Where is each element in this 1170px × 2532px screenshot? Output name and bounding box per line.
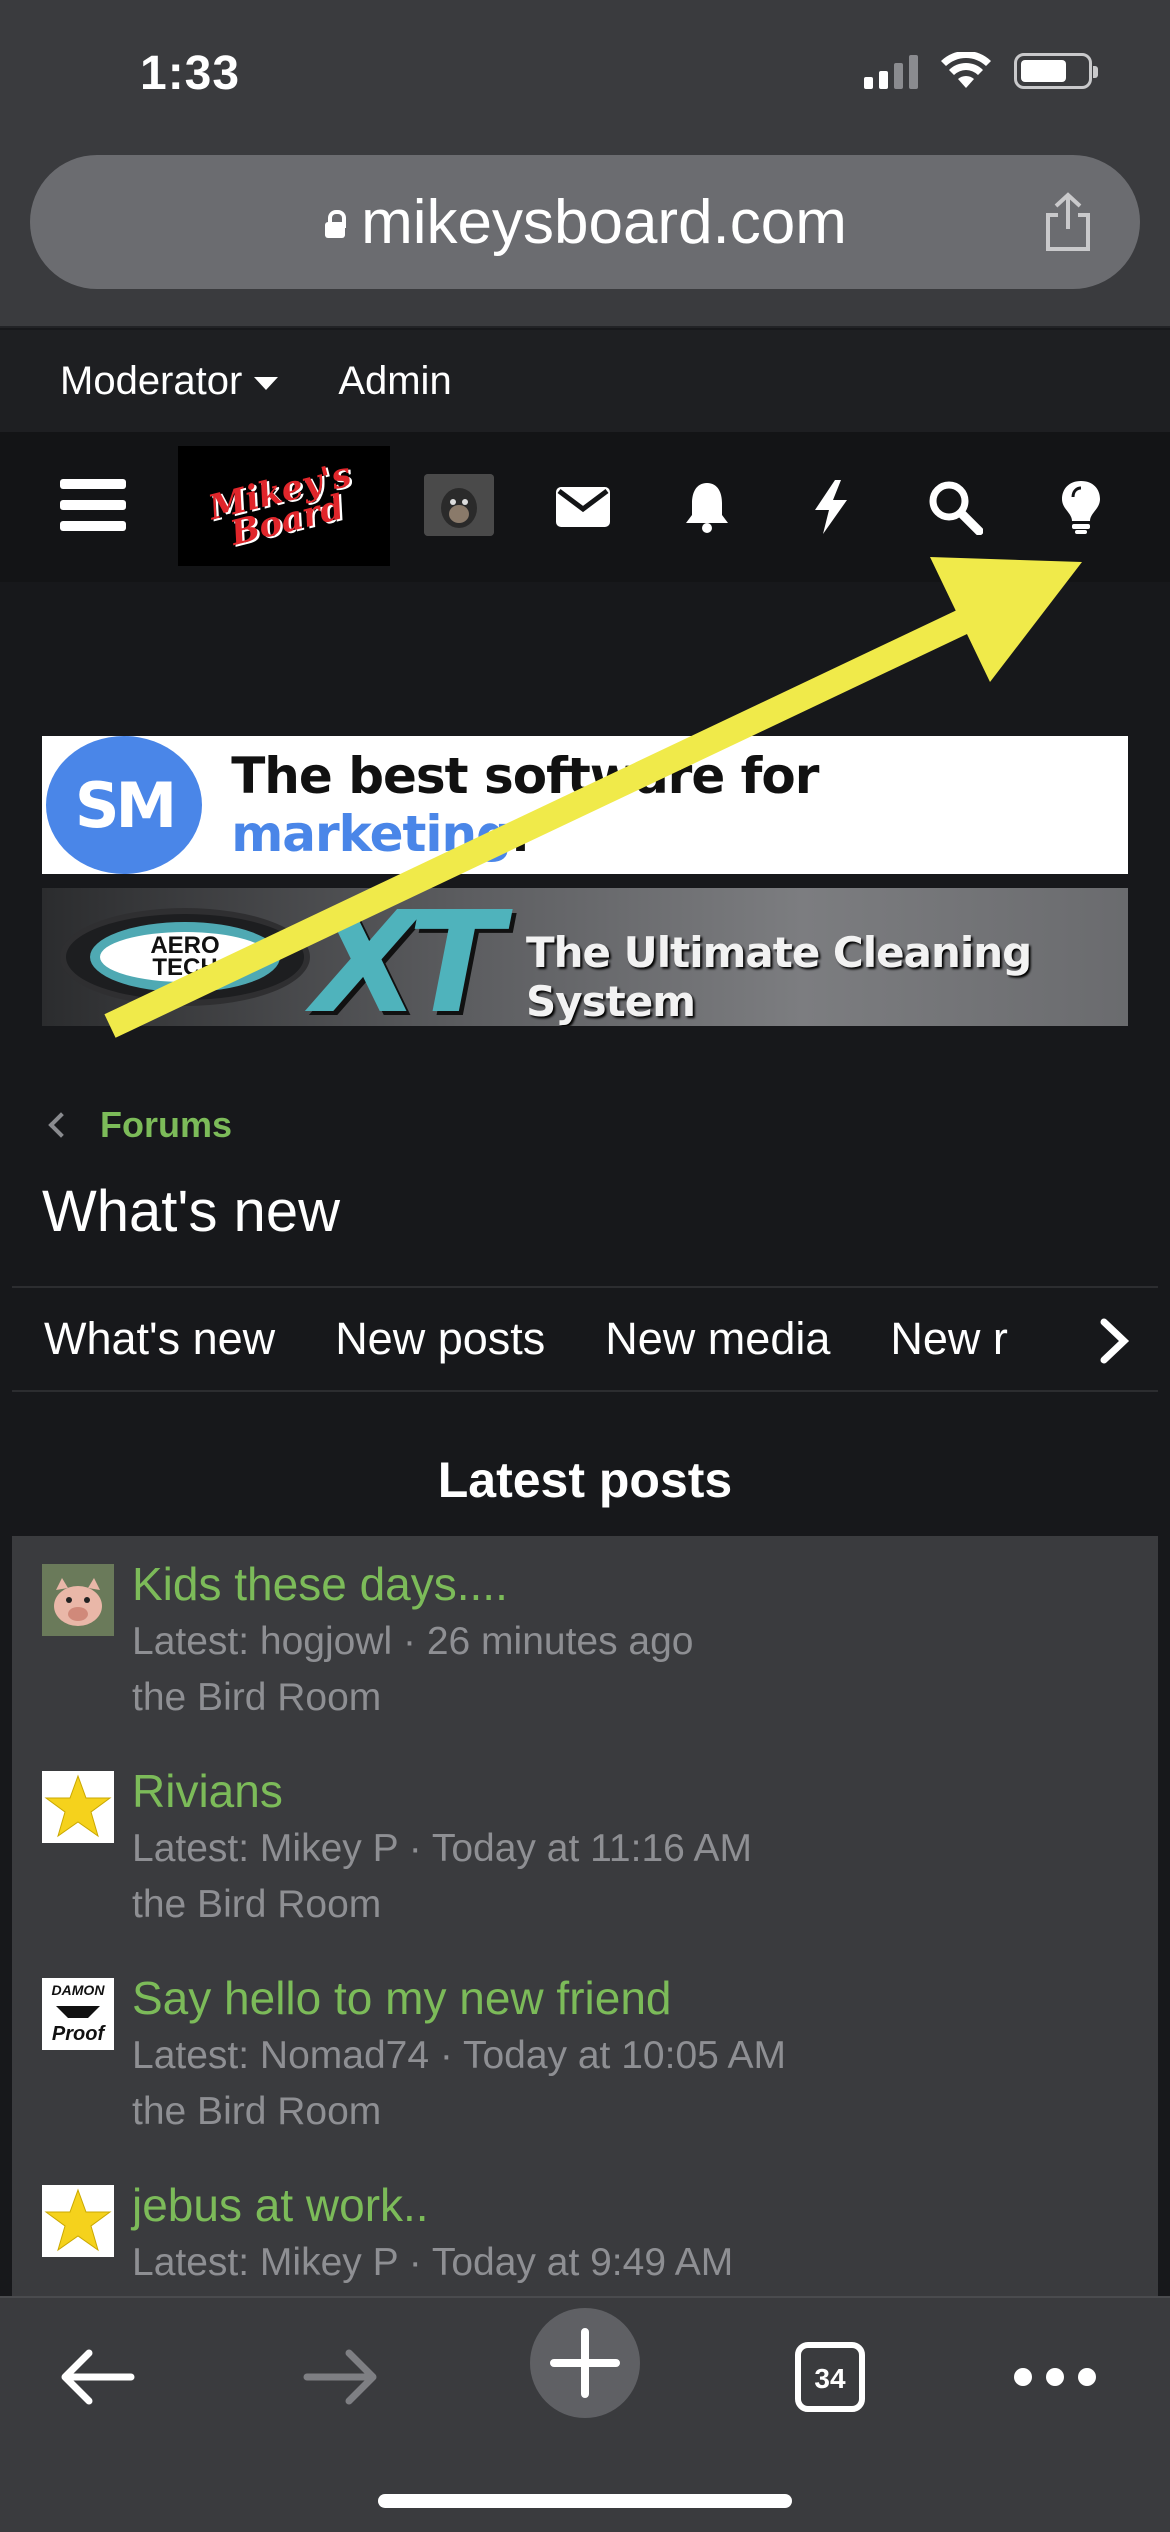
post-meta: Latest: Mikey P · Today at 11:16 AM xyxy=(132,1827,753,1870)
search-icon[interactable] xyxy=(920,472,990,542)
lock-icon xyxy=(323,210,347,240)
ad-banner-xt[interactable]: AERO TECH XT The Ultimate Cleaning System xyxy=(42,888,1128,1026)
lightbulb-icon[interactable] xyxy=(1046,472,1116,542)
list-item[interactable]: Rivians Latest: Mikey P · Today at 11:16… xyxy=(12,1755,1158,1962)
chevron-right-icon[interactable] xyxy=(1094,1318,1134,1364)
breadcrumb[interactable]: Forums xyxy=(48,1104,233,1146)
sm-logo: SM xyxy=(46,736,202,874)
tabs-fade xyxy=(1028,1288,1158,1390)
plus-icon xyxy=(550,2328,620,2398)
post-meta: Latest: Mikey P · Today at 9:49 AM xyxy=(132,2241,734,2284)
more-options-icon[interactable] xyxy=(1000,2322,1110,2432)
tab-new-more[interactable]: New r xyxy=(860,1313,1038,1365)
pig-avatar xyxy=(42,1564,114,1636)
tab-new-media[interactable]: New media xyxy=(575,1313,860,1365)
cellular-signal-icon xyxy=(864,53,918,89)
post-forum[interactable]: the Bird Room xyxy=(132,1670,694,1726)
address-bar[interactable]: mikeysboard.com xyxy=(30,155,1140,289)
ad-sm-text-prefix: The best software for xyxy=(231,747,819,805)
menu-icon[interactable] xyxy=(58,470,128,540)
ad-sm-text-suffix: . xyxy=(510,805,530,863)
ad-sm-text-highlight: marketing xyxy=(231,805,512,863)
forward-arrow-icon[interactable] xyxy=(286,2322,396,2432)
status-icons xyxy=(864,52,1098,90)
admin-link[interactable]: Admin xyxy=(338,359,451,404)
post-forum[interactable]: the Bird Room xyxy=(132,2084,786,2140)
post-title[interactable]: Kids these days.... xyxy=(132,1554,694,1614)
caret-down-icon xyxy=(254,376,279,390)
aerotech-line2: TECH xyxy=(152,954,218,981)
ad-sm-text: The best software for marketing. xyxy=(231,747,1128,863)
site-logo[interactable]: Mikey's Board xyxy=(178,446,390,566)
xt-logo: XT xyxy=(312,888,503,1026)
tab-bar: What's new New posts New media New r xyxy=(12,1286,1158,1392)
damon-proof-avatar: DAMON Proof xyxy=(42,1978,114,2050)
post-meta: Latest: Nomad74 · Today at 10:05 AM xyxy=(132,2034,787,2077)
home-indicator xyxy=(378,2494,792,2508)
mail-icon[interactable] xyxy=(548,472,618,542)
xt-tagline: The Ultimate Cleaning System xyxy=(526,928,1032,1026)
post-title[interactable]: Say hello to my new friend xyxy=(132,1968,786,2028)
moderator-label: Moderator xyxy=(60,358,243,403)
list-item[interactable]: DAMON Proof Say hello to my new friend L… xyxy=(12,1962,1158,2169)
user-avatar[interactable] xyxy=(424,474,494,536)
star-avatar xyxy=(42,2185,114,2257)
post-meta: Latest: hogjowl · 26 minutes ago xyxy=(132,1620,694,1663)
ad-banner-sm[interactable]: SM The best software for marketing. xyxy=(42,736,1128,874)
battery-icon xyxy=(1014,53,1098,89)
star-avatar xyxy=(42,1771,114,1843)
post-forum[interactable]: the Bird Room xyxy=(132,1877,752,1933)
moderator-menu[interactable]: Moderator xyxy=(60,358,279,404)
latest-posts-heading: Latest posts xyxy=(12,1424,1158,1536)
chevron-left-icon xyxy=(48,1112,74,1138)
breadcrumb-forums: Forums xyxy=(100,1104,233,1145)
status-time: 1:33 xyxy=(140,47,241,100)
post-title[interactable]: jebus at work.. xyxy=(132,2175,733,2235)
damon-line1: DAMON xyxy=(52,1982,106,1998)
tabs-icon: 34 xyxy=(795,2342,865,2412)
browser-top-bar: 1:33 mikeysboard.com xyxy=(0,0,1170,328)
new-tab-button[interactable] xyxy=(530,2308,640,2418)
damon-line2: Proof xyxy=(52,2023,107,2045)
share-icon[interactable] xyxy=(1040,191,1096,253)
bolt-icon[interactable] xyxy=(796,472,866,542)
post-title[interactable]: Rivians xyxy=(132,1761,752,1821)
moderator-bar: Moderator Admin xyxy=(0,330,1170,432)
url-text: mikeysboard.com xyxy=(361,187,847,257)
tab-whats-new[interactable]: What's new xyxy=(12,1313,305,1365)
page-title: What's new xyxy=(42,1179,340,1244)
list-item[interactable]: Kids these days.... Latest: hogjowl · 26… xyxy=(12,1548,1158,1755)
tab-count: 34 xyxy=(814,2363,846,2394)
tabs-button[interactable]: 34 xyxy=(775,2322,885,2432)
tab-new-posts[interactable]: New posts xyxy=(305,1313,575,1365)
aerotech-logo: AERO TECH xyxy=(60,908,310,1006)
bell-icon[interactable] xyxy=(672,472,742,542)
admin-label: Admin xyxy=(338,358,452,403)
back-arrow-icon[interactable] xyxy=(42,2322,152,2432)
wifi-icon xyxy=(941,52,991,88)
